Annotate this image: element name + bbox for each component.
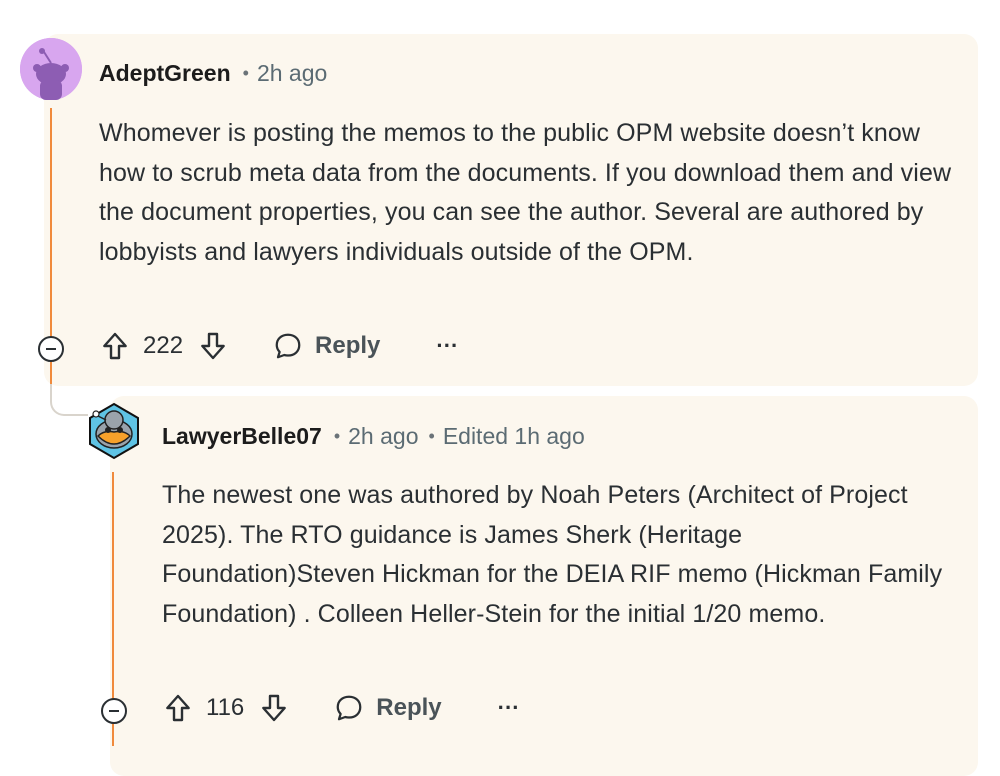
avatar[interactable] [20,38,82,100]
vote-count: 116 [206,694,245,721]
snoo-avatar-icon [89,402,139,460]
reply-label: Reply [376,694,442,721]
downvote-button[interactable] [197,330,229,362]
upvote-button[interactable] [162,692,194,724]
timestamp[interactable]: 2h ago [257,60,327,87]
avatar[interactable] [84,400,144,460]
separator-dot: • [242,63,249,83]
reply-bubble-icon [275,333,301,359]
reply-button[interactable]: Reply [334,693,442,723]
comment-actions: 116 Reply ··· [162,692,520,724]
reply-bubble-icon [336,695,362,721]
downvote-icon [262,694,287,722]
downvote-button[interactable] [258,692,290,724]
more-options-icon[interactable]: ··· [436,333,458,359]
downvote-icon [201,332,225,360]
separator-dot: • [428,426,435,446]
snoo-avatar-icon [20,38,82,100]
thread-branch [50,384,88,416]
upvote-icon [103,332,127,360]
vote-count: 222 [143,332,184,359]
comment-body: Whomever is posting the memos to the pub… [99,119,952,266]
separator-dot: • [333,426,341,446]
reply-label: Reply [315,332,381,359]
comment-meta: LawyerBelle07 • 2h ago • Edited 1h ago [162,423,585,450]
username[interactable]: LawyerBelle07 [162,423,322,450]
timestamp[interactable]: 2h ago [348,423,418,450]
reply-button[interactable]: Reply [273,331,380,361]
username[interactable]: AdeptGreen [99,60,231,87]
comment-actions: 222 Reply ··· [99,330,458,362]
upvote-icon [166,694,190,722]
comment-body: The newest one was authored by Noah Pete… [162,481,943,628]
edited-label: Edited 1h ago [442,423,585,449]
collapse-icon[interactable] [101,698,127,724]
upvote-button[interactable] [99,330,131,362]
collapse-icon[interactable] [38,336,64,362]
more-options-icon[interactable]: ··· [498,695,520,721]
comment-meta: AdeptGreen • 2h ago [99,60,327,87]
